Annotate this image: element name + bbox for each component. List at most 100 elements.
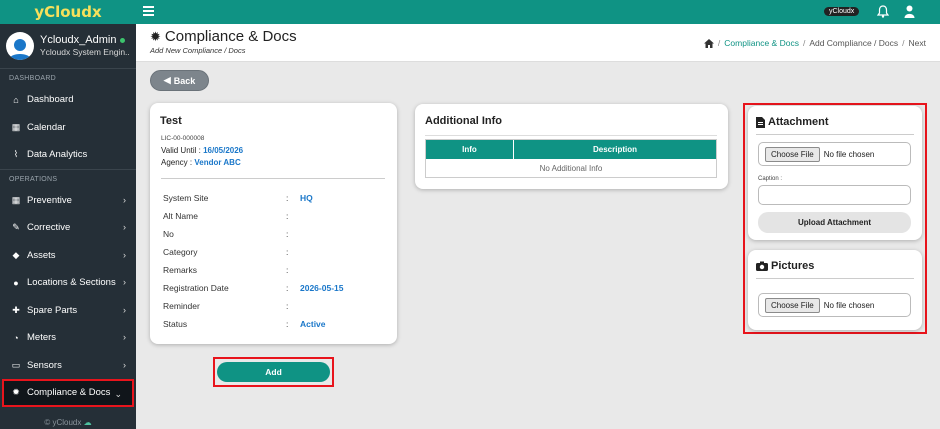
field-row: System Site: HQ (163, 193, 383, 205)
sidebar-item-label: Locations & Sections (27, 277, 116, 289)
back-label: Back (173, 75, 196, 86)
attachment-file-input[interactable]: Choose File No file chosen (758, 142, 911, 166)
tenant-badge[interactable]: yCloudx (824, 7, 860, 16)
caption-input[interactable] (758, 185, 911, 205)
sidebar-item-assets[interactable]: ◆ Assets › (0, 242, 136, 270)
attachment-title: Attachment (768, 116, 829, 128)
field-row: Reminder: (163, 301, 383, 313)
page-header: ✹ Compliance & Docs Add New Compliance / … (136, 24, 940, 62)
add-button-highlight: Add (213, 357, 334, 387)
valid-until: Valid Until : 16/05/2026 (161, 146, 244, 155)
sidebar-item-label: Data Analytics (27, 149, 88, 161)
section-label-dashboard: DASHBOARD (0, 68, 136, 86)
divider (425, 135, 717, 136)
breadcrumb-compliance[interactable]: Compliance & Docs (724, 38, 799, 48)
sidebar-item-corrective[interactable]: ✎ Corrective › (0, 214, 136, 242)
additional-info-card: Additional Info Info Description No Addi… (415, 104, 728, 189)
back-button[interactable]: ◀ Back (150, 70, 209, 91)
field-separator: : (286, 229, 289, 239)
field-separator: : (286, 301, 289, 311)
sidebar-item-meters[interactable]: ◔ Meters › (0, 324, 136, 352)
breadcrumb-add: Add Compliance / Docs (809, 38, 899, 48)
brand-logo[interactable]: yCloudx (0, 0, 136, 24)
gauge-icon: ◔ (13, 332, 19, 343)
sidebar-item-label: Dashboard (27, 94, 74, 106)
sidebar-item-data-analytics[interactable]: ⌇ Data Analytics (0, 141, 136, 169)
sidebar-item-spare-parts[interactable]: ✚ Spare Parts › (0, 297, 136, 325)
field-row: Category: (163, 247, 383, 259)
attachment-card: Attachment Choose File No file chosen Ca… (748, 106, 922, 240)
chevron-right-icon: › (123, 359, 126, 370)
agency-value: Vendor ABC (194, 158, 241, 167)
bell-icon[interactable] (876, 5, 890, 20)
chevron-right-icon: › (123, 304, 126, 315)
agency: Agency : Vendor ABC (161, 158, 241, 167)
additional-info-table: Info Description No Additional Info (425, 139, 717, 178)
wrench-icon: ✎ (12, 222, 20, 233)
no-file-text: No file chosen (823, 300, 875, 310)
sidebar-item-dashboard[interactable]: ⌂ Dashboard (0, 86, 136, 114)
calendar-icon: ▦ (11, 121, 21, 132)
sidebar-item-label: Preventive (27, 194, 72, 206)
section-label-operations: OPERATIONS (0, 168, 136, 187)
user-menu-icon[interactable] (904, 5, 915, 20)
field-separator: : (286, 283, 289, 293)
caption-label: Caption : (758, 176, 783, 182)
field-label: Category (163, 247, 198, 257)
column-header-info: Info (426, 140, 514, 159)
home-icon: ⌂ (13, 94, 19, 105)
page-subtitle: Add New Compliance / Docs (150, 46, 246, 55)
menu-toggle-icon[interactable] (143, 6, 154, 16)
puzzle-icon: ✚ (12, 304, 20, 315)
sidebar: yCloudx Ycloudx_Admin Ycloudx System Eng… (0, 0, 136, 429)
pictures-file-input[interactable]: Choose File No file chosen (758, 293, 911, 317)
field-label: Status (163, 319, 188, 329)
field-label: System Site (163, 193, 209, 203)
field-label: Alt Name (163, 211, 198, 221)
certificate-icon: ✹ (12, 387, 20, 398)
chevron-right-icon: › (123, 222, 126, 232)
choose-file-button[interactable]: Choose File (765, 146, 820, 162)
field-value: 2026-05-15 (300, 283, 344, 293)
sidebar-item-label: Spare Parts (27, 304, 78, 316)
sidebar-item-label: Compliance & Docs (27, 387, 111, 399)
sidebar-item-compliance-docs[interactable]: ✹ Compliance & Docs ⌄ (2, 379, 134, 407)
user-panel[interactable]: Ycloudx_Admin Ycloudx System Engin... (0, 24, 136, 68)
additional-info-title: Additional Info (425, 115, 502, 127)
field-row: Registration Date: 2026-05-15 (163, 283, 383, 295)
upload-attachment-button[interactable]: Upload Attachment (758, 212, 911, 233)
brand-name: yCloudx (34, 3, 102, 21)
home-icon[interactable] (703, 38, 714, 48)
sidebar-item-locations-sections[interactable]: ● Locations & Sections › (0, 269, 136, 297)
add-button[interactable]: Add (217, 362, 330, 382)
pictures-title: Pictures (771, 260, 815, 272)
sidebar-item-label: Corrective (27, 222, 71, 234)
field-separator: : (286, 265, 289, 275)
field-separator: : (286, 211, 289, 221)
sidebar-item-sensors[interactable]: ▭ Sensors › (0, 352, 136, 380)
document-card: Test LIC-00-000008 Valid Until : 16/05/2… (150, 103, 397, 344)
certificate-icon: ✹ (150, 28, 161, 44)
empty-message: No Additional Info (539, 163, 603, 173)
user-role: Ycloudx System Engin... (40, 47, 130, 57)
choose-file-button[interactable]: Choose File (765, 297, 820, 313)
field-label: Remarks (163, 265, 198, 275)
chevron-right-icon: › (123, 277, 126, 287)
no-file-text: No file chosen (823, 149, 875, 159)
sidebar-item-calendar[interactable]: ▦ Calendar (0, 114, 136, 142)
chevron-right-icon: › (123, 332, 126, 342)
sidebar-item-label: Calendar (27, 121, 66, 133)
chevron-right-icon: › (123, 194, 126, 205)
document-title: Test (160, 115, 182, 127)
sidebar-item-preventive[interactable]: ▦ Preventive › (0, 187, 136, 215)
camera-icon (756, 261, 768, 271)
field-label: Registration Date (163, 283, 229, 293)
globe-icon: ● (13, 277, 19, 288)
divider (161, 178, 385, 179)
file-icon (756, 116, 765, 128)
calendar-check-icon: ▦ (11, 194, 21, 205)
avatar (6, 32, 34, 60)
chart-icon: ⌇ (13, 149, 19, 160)
field-separator: : (286, 247, 289, 257)
back-arrow-icon: ◀ (163, 75, 171, 85)
